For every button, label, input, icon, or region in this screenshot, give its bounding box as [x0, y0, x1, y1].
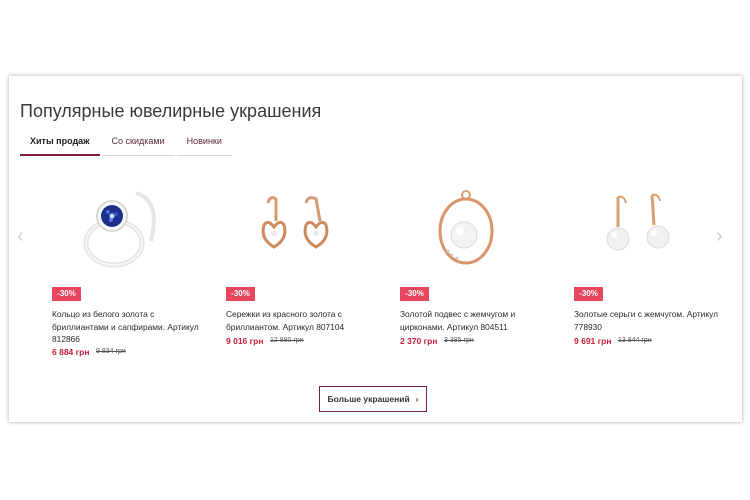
earrings-icon[interactable]: [240, 181, 350, 281]
pendant-icon[interactable]: [414, 181, 524, 281]
discount-badge: -30%: [574, 287, 603, 301]
discount-badge: -30%: [400, 287, 429, 301]
product-name[interactable]: Золотой подвес с жемчугом и цирконами. А…: [400, 308, 550, 333]
old-price: 9 834 грн: [96, 348, 126, 355]
discount-badge: -30%: [52, 287, 81, 301]
carousel-next-icon[interactable]: ›: [716, 226, 728, 246]
old-price: 12 880 грн: [270, 337, 304, 344]
ring-icon[interactable]: [66, 181, 176, 281]
tab-discounts[interactable]: Со скидками: [101, 136, 175, 156]
old-price: 3 385 грн: [444, 337, 474, 344]
product-name[interactable]: Золотые серьги с жемчугом. Артикул 77893…: [574, 308, 724, 333]
product-price: 9 016 грн: [226, 336, 264, 346]
product-name[interactable]: Сережки из красного золота с бриллиантом…: [226, 308, 376, 333]
section-title: Популярные ювелирные украшения: [20, 101, 322, 121]
tab-new[interactable]: Новинки: [176, 136, 232, 156]
more-button-label: Больше украшений: [327, 394, 410, 404]
product-tabs: Хиты продаж Со скидками Новинки: [20, 136, 234, 156]
old-price: 13 844 грн: [618, 337, 652, 344]
tab-bestsellers[interactable]: Хиты продаж: [20, 136, 100, 156]
more-jewelry-button[interactable]: Больше украшений ›: [319, 386, 427, 412]
chevron-right-icon: ›: [415, 394, 419, 404]
pearl-earrings-icon[interactable]: [588, 181, 698, 281]
product-price: 2 370 грн: [400, 336, 438, 346]
carousel-prev-icon[interactable]: ‹: [17, 226, 29, 246]
product-price: 6 884 грн: [52, 347, 90, 357]
product-price: 9 691 грн: [574, 336, 612, 346]
discount-badge: -30%: [226, 287, 255, 301]
popular-jewelry-section: Популярные ювелирные украшения Хиты прод…: [9, 76, 742, 422]
product-name[interactable]: Кольцо из белого золота с бриллиантами и…: [52, 308, 202, 346]
